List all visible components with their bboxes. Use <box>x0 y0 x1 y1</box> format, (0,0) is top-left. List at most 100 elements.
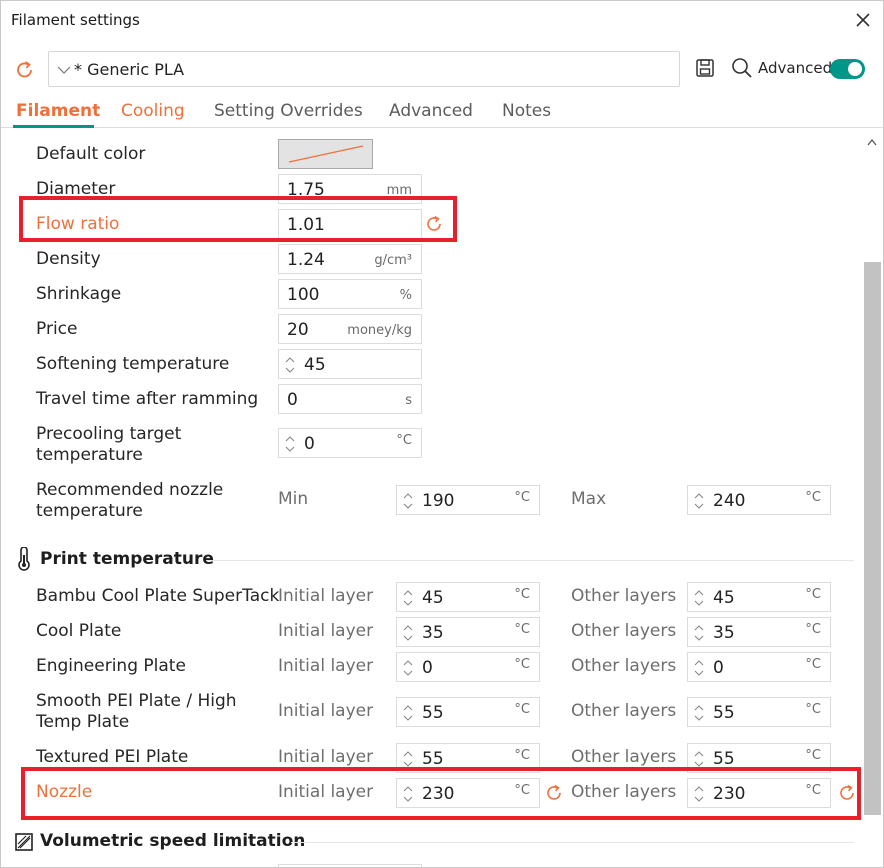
spin-arrows-icon[interactable] <box>402 703 414 723</box>
rec-nozzle-max-input[interactable]: 240 °C <box>687 485 831 515</box>
initial-layer-label: Initial layer <box>278 586 374 606</box>
price-input[interactable]: 20 money/kg <box>278 314 422 344</box>
spin-arrows-icon[interactable] <box>693 658 705 678</box>
shrinkage-value: 100 <box>287 285 320 305</box>
rec-nozzle-min-input[interactable]: 190 °C <box>396 485 540 515</box>
tab-setting-overrides[interactable]: Setting Overrides <box>214 101 363 121</box>
spin-arrows-icon[interactable] <box>402 658 414 678</box>
travel-time-input[interactable]: 0 s <box>278 384 422 414</box>
initial-layer-label: Initial layer <box>278 782 374 802</box>
spin-arrows-icon[interactable] <box>402 784 414 804</box>
reset-nozzle-initial-icon[interactable] <box>544 783 564 803</box>
cool-plate-label: Cool Plate <box>36 621 122 641</box>
textured-pei-initial-input[interactable]: 55 °C <box>396 743 540 773</box>
tab-bar: Filament Cooling Setting Overrides Advan… <box>1 97 883 128</box>
volumetric-speed-icon <box>15 833 33 851</box>
preset-name: * Generic PLA <box>74 60 185 79</box>
diameter-input[interactable]: 1.75 mm <box>278 174 422 204</box>
section-divider <box>291 842 854 843</box>
textured-pei-other-value: 55 <box>713 749 735 769</box>
precooling-value: 0 <box>304 434 315 454</box>
shrinkage-input[interactable]: 100 % <box>278 279 422 309</box>
softening-temperature-input[interactable]: 45 <box>278 349 422 379</box>
plate-supertack-label: Bambu Cool Plate SuperTack <box>36 586 280 606</box>
smooth-pei-other-input[interactable]: 55 °C <box>687 697 831 727</box>
density-label: Density <box>36 249 101 269</box>
section-divider <box>206 560 854 561</box>
unit-label: °C <box>514 622 530 637</box>
textured-pei-other-input[interactable]: 55 °C <box>687 743 831 773</box>
density-input[interactable]: 1.24 g/cm³ <box>278 244 422 274</box>
rec-nozzle-min-value: 190 <box>422 491 455 511</box>
unit-label: °C <box>514 657 530 672</box>
cool-plate-initial-input[interactable]: 35 °C <box>396 617 540 647</box>
tab-filament[interactable]: Filament <box>16 101 100 121</box>
nozzle-initial-input[interactable]: 230 °C <box>396 778 540 808</box>
softening-temperature-value: 45 <box>304 355 326 375</box>
smooth-pei-initial-input[interactable]: 55 °C <box>396 697 540 727</box>
scrollbar-thumb[interactable] <box>864 262 881 815</box>
precooling-unit: °C <box>396 433 412 448</box>
initial-layer-label: Initial layer <box>278 747 374 767</box>
spin-arrows-icon[interactable] <box>693 703 705 723</box>
other-layers-label: Other layers <box>571 747 677 767</box>
spin-arrows-icon[interactable] <box>402 491 414 511</box>
tab-advanced[interactable]: Advanced <box>389 101 473 121</box>
spin-arrows-icon[interactable] <box>402 749 414 769</box>
search-icon[interactable] <box>730 56 754 80</box>
supertack-initial-value: 45 <box>422 588 444 608</box>
initial-layer-label: Initial layer <box>278 621 374 641</box>
default-color-label: Default color <box>36 144 146 164</box>
spin-arrows-icon[interactable] <box>693 784 705 804</box>
rec-nozzle-min-unit: °C <box>514 490 530 505</box>
engineering-plate-other-input[interactable]: 0 °C <box>687 652 831 682</box>
window-title: Filament settings <box>11 11 140 29</box>
close-icon[interactable] <box>852 9 874 31</box>
title-bar: Filament settings <box>1 1 883 39</box>
spin-arrows-icon[interactable] <box>693 749 705 769</box>
reset-nozzle-other-icon[interactable] <box>837 783 857 803</box>
tab-cooling[interactable]: Cooling <box>121 101 185 121</box>
volumetric-speed-input-partial[interactable] <box>278 864 422 867</box>
unit-label: °C <box>805 748 821 763</box>
spin-arrows-icon[interactable] <box>693 623 705 643</box>
tab-notes[interactable]: Notes <box>502 101 551 121</box>
spin-arrows-icon[interactable] <box>693 588 705 608</box>
nozzle-other-value: 230 <box>713 784 746 804</box>
engineering-plate-initial-input[interactable]: 0 °C <box>396 652 540 682</box>
precooling-label-line1: Precooling target <box>36 424 182 444</box>
textured-pei-initial-value: 55 <box>422 749 444 769</box>
supertack-other-input[interactable]: 45 °C <box>687 582 831 612</box>
softening-temperature-label: Softening temperature <box>36 354 230 374</box>
cool-plate-other-input[interactable]: 35 °C <box>687 617 831 647</box>
smooth-pei-other-value: 55 <box>713 703 735 723</box>
precooling-label-line2: temperature <box>36 445 143 465</box>
precooling-input[interactable]: 0 °C <box>278 428 422 458</box>
unit-label: °C <box>805 622 821 637</box>
scrollbar[interactable] <box>864 134 881 867</box>
supertack-initial-input[interactable]: 45 °C <box>396 582 540 612</box>
advanced-toggle[interactable] <box>830 59 865 79</box>
spin-arrows-icon[interactable] <box>402 588 414 608</box>
nozzle-other-input[interactable]: 230 °C <box>687 778 831 808</box>
diameter-value: 1.75 <box>287 180 325 200</box>
unit-label: °C <box>805 587 821 602</box>
spin-arrows-icon[interactable] <box>284 434 296 454</box>
diameter-label: Diameter <box>36 179 116 199</box>
preset-select[interactable]: * Generic PLA <box>48 51 680 87</box>
shrinkage-label: Shrinkage <box>36 284 122 304</box>
engineering-plate-initial-value: 0 <box>422 658 433 678</box>
scroll-up-arrow-icon[interactable] <box>867 138 877 146</box>
flow-ratio-input[interactable]: 1.01 <box>278 209 422 239</box>
nozzle-label: Nozzle <box>36 782 93 802</box>
default-color-button[interactable] <box>278 139 373 169</box>
spin-arrows-icon[interactable] <box>284 355 296 375</box>
reset-flow-ratio-icon[interactable] <box>424 214 444 234</box>
save-icon[interactable] <box>694 57 716 79</box>
cool-plate-initial-value: 35 <box>422 623 444 643</box>
engineering-plate-other-value: 0 <box>713 658 724 678</box>
reset-preset-icon[interactable] <box>14 59 36 81</box>
rec-nozzle-label-line1: Recommended nozzle <box>36 480 224 500</box>
spin-arrows-icon[interactable] <box>693 491 705 511</box>
spin-arrows-icon[interactable] <box>402 623 414 643</box>
